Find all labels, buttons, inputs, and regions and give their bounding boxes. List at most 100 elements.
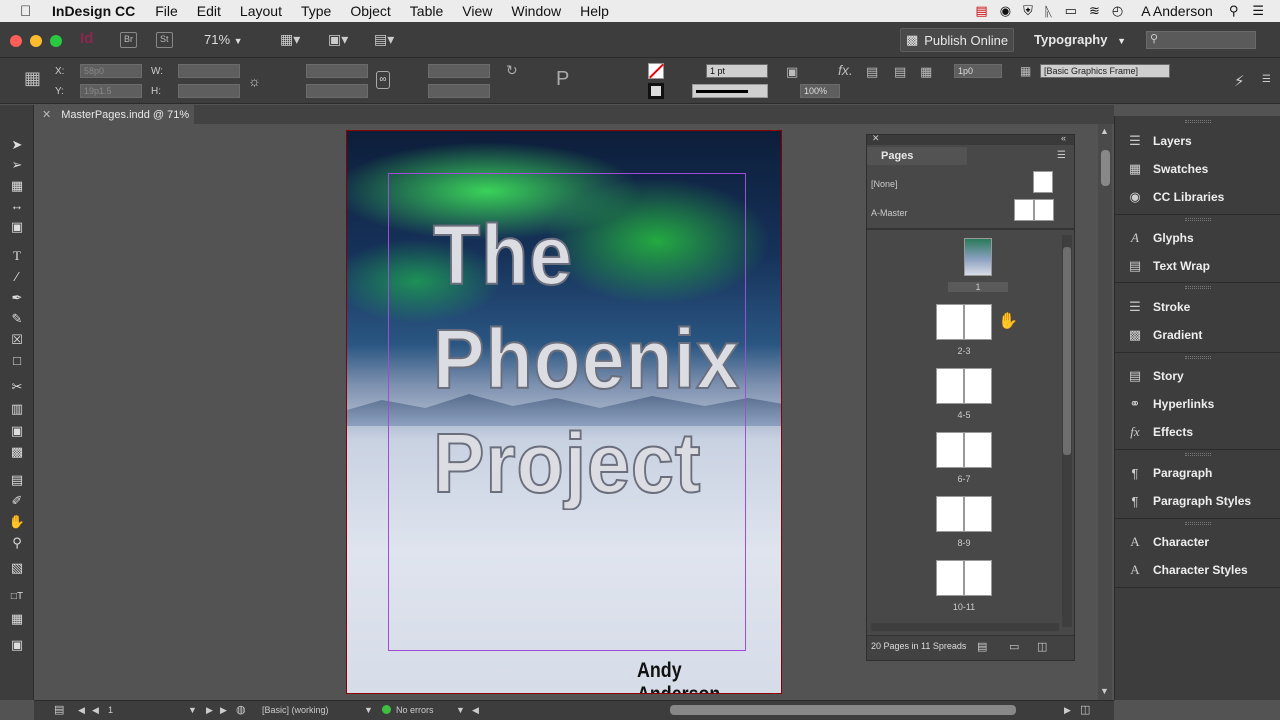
reference-point-icon[interactable]: ▦ — [24, 68, 41, 89]
zoom-window-button[interactable] — [50, 35, 62, 47]
direct-selection-tool-icon[interactable]: ➢ — [8, 157, 26, 173]
hscroll-left-icon[interactable]: ◀ — [472, 705, 479, 716]
content-collector-icon[interactable]: ▣ — [8, 219, 26, 235]
arrange-documents-icon[interactable]: ▤▾ — [374, 31, 394, 48]
spread-10-11-right-thumbnail[interactable] — [964, 560, 992, 596]
quick-apply-icon[interactable]: ⚡ — [1234, 72, 1245, 90]
note-tool-icon[interactable]: ▤ — [8, 472, 26, 488]
spotlight-search-icon[interactable]: ⚲ — [1229, 3, 1239, 19]
preflight-icon[interactable]: ◍ — [236, 703, 246, 716]
panel-character[interactable]: A Character — [1125, 532, 1209, 552]
panel-menu-icon[interactable]: ☰ — [1057, 150, 1066, 161]
workspace-switcher[interactable]: Typography ▼ — [1034, 32, 1126, 47]
panel-character-styles[interactable]: A Character Styles — [1125, 560, 1247, 580]
page-tool-icon[interactable]: ▦ — [8, 178, 26, 194]
zoom-tool-icon[interactable]: ⚲ — [8, 535, 26, 551]
document-page-cover[interactable]: The Phoenix Project Andy Anderson — [346, 130, 782, 694]
panel-hyperlinks[interactable]: ⚭ Hyperlinks — [1125, 394, 1215, 414]
free-transform-tool-icon[interactable]: ▥ — [8, 401, 26, 417]
selection-tool-icon[interactable]: ➤ — [8, 137, 26, 153]
preflight-profile-chevron-icon[interactable]: ▼ — [364, 705, 373, 715]
scissors-tool-icon[interactable]: ✂ — [8, 379, 26, 395]
pages-scrollbar[interactable] — [1062, 235, 1072, 627]
panel-effects[interactable]: fx Effects — [1125, 422, 1193, 442]
rectangle-tool-icon[interactable]: □ — [8, 353, 26, 369]
vertical-scroll-thumb[interactable] — [1101, 150, 1110, 186]
hand-tool-icon[interactable]: ✋ — [8, 514, 26, 530]
pages-tab[interactable]: Pages — [867, 147, 967, 165]
airplay-icon[interactable]: ▭ — [1065, 3, 1077, 19]
control-panel-menu-icon[interactable]: ☰ — [1262, 74, 1271, 85]
apply-none-icon[interactable]: ▦ — [8, 611, 26, 627]
screen-mode-icon[interactable]: ▣▾ — [328, 31, 348, 48]
errors-menu-icon[interactable]: ▼ — [456, 705, 465, 715]
stroke-type-dropdown[interactable] — [692, 84, 768, 98]
menu-layout[interactable]: Layout — [240, 3, 282, 19]
vertical-scrollbar[interactable]: ▲ ▼ — [1098, 124, 1112, 700]
bluetooth-icon[interactable]: ᚣ — [1045, 4, 1053, 19]
spread-8-9-right-thumbnail[interactable] — [964, 496, 992, 532]
publish-online-button[interactable]: ▩ Publish Online — [900, 28, 1014, 52]
type-tool-icon[interactable]: T — [8, 248, 26, 264]
shield-icon[interactable]: ⛨ — [1023, 3, 1033, 19]
hscroll-right-icon[interactable]: ▶ — [1064, 705, 1071, 716]
pages-panel-header[interactable]: ✕ « — [867, 133, 1074, 145]
page-number-field[interactable]: 1 — [108, 705, 113, 715]
first-page-icon[interactable]: ◀ — [78, 705, 85, 716]
master-none-thumbnail[interactable] — [1033, 171, 1053, 193]
stock-button[interactable]: St — [156, 32, 173, 48]
scale-y-field[interactable] — [306, 84, 368, 98]
cover-title-line-3[interactable]: Project — [432, 420, 701, 506]
panel-cc-libraries[interactable]: ◉ CC Libraries — [1125, 187, 1224, 207]
spread-2-3-left-thumbnail[interactable] — [936, 304, 964, 340]
spread-8-9-left-thumbnail[interactable] — [936, 496, 964, 532]
flip-icon[interactable]: P — [556, 68, 569, 91]
close-panel-icon[interactable]: ✕ — [872, 133, 880, 144]
dock-grip[interactable] — [1185, 356, 1211, 359]
cover-title-line-1[interactable]: The — [432, 212, 573, 298]
apple-icon[interactable]:  — [20, 3, 38, 20]
spread-6-7-right-thumbnail[interactable] — [964, 432, 992, 468]
panel-text-wrap[interactable]: ▤ Text Wrap — [1125, 256, 1210, 276]
stroke-swatch[interactable] — [648, 83, 664, 99]
page-1-thumbnail[interactable] — [964, 238, 992, 276]
y-position-field[interactable]: 19p1.5 — [80, 84, 142, 98]
master-a-thumbnail-right[interactable] — [1034, 199, 1054, 221]
split-window-icon[interactable]: ◫ — [1080, 703, 1090, 716]
offset-field[interactable]: 1p0 — [954, 64, 1002, 78]
frame-fitting-icon[interactable]: ▣ — [786, 64, 798, 80]
menu-help[interactable]: Help — [580, 3, 609, 19]
document-tab[interactable]: ✕ MasterPages.indd @ 71% — [34, 105, 194, 124]
fill-stroke-swatch-icon[interactable]: ▧ — [8, 560, 26, 576]
gap-tool-icon[interactable]: ↔ — [8, 198, 26, 214]
pencil-tool-icon[interactable]: ✎ — [8, 311, 26, 327]
notification-center-icon[interactable]: ☰ — [1252, 3, 1264, 19]
text-wrap-icon[interactable]: ▤ — [866, 64, 878, 80]
panel-paragraph[interactable]: ¶ Paragraph — [1125, 463, 1213, 483]
app-menu[interactable]: InDesign CC — [52, 3, 135, 19]
close-tab-icon[interactable]: ✕ — [42, 108, 51, 121]
link-icon[interactable]: ∞ — [376, 71, 390, 89]
effects-fx-icon[interactable]: fx. — [838, 62, 853, 78]
stroke-weight-field[interactable]: 1 pt — [706, 64, 768, 78]
delete-page-icon[interactable]: ◫ — [1037, 640, 1047, 653]
menu-type[interactable]: Type — [301, 3, 331, 19]
width-field[interactable] — [178, 64, 240, 78]
panel-paragraph-styles[interactable]: ¶ Paragraph Styles — [1125, 491, 1252, 511]
creative-cloud-icon[interactable]: ▤ — [975, 3, 987, 19]
object-style-icon[interactable]: ▦ — [1020, 64, 1031, 78]
view-options-icon[interactable]: ▦▾ — [280, 31, 300, 48]
spread-4-5-left-thumbnail[interactable] — [936, 368, 964, 404]
panel-gradient[interactable]: ▩ Gradient — [1125, 325, 1203, 345]
line-tool-icon[interactable]: ⁄ — [8, 269, 26, 285]
object-style-dropdown[interactable]: [Basic Graphics Frame] — [1040, 64, 1170, 78]
dock-grip[interactable] — [1185, 453, 1211, 456]
spread-6-7-left-thumbnail[interactable] — [936, 432, 964, 468]
errors-status[interactable]: No errors — [396, 705, 434, 715]
spread-10-11-left-thumbnail[interactable] — [936, 560, 964, 596]
screen-mode-tool-icon[interactable]: ▣ — [8, 637, 26, 653]
formatting-affects-icon[interactable]: □T — [8, 589, 26, 605]
dock-grip[interactable] — [1185, 120, 1211, 123]
previous-page-icon[interactable]: ◀ — [92, 705, 99, 716]
dock-grip[interactable] — [1185, 218, 1211, 221]
